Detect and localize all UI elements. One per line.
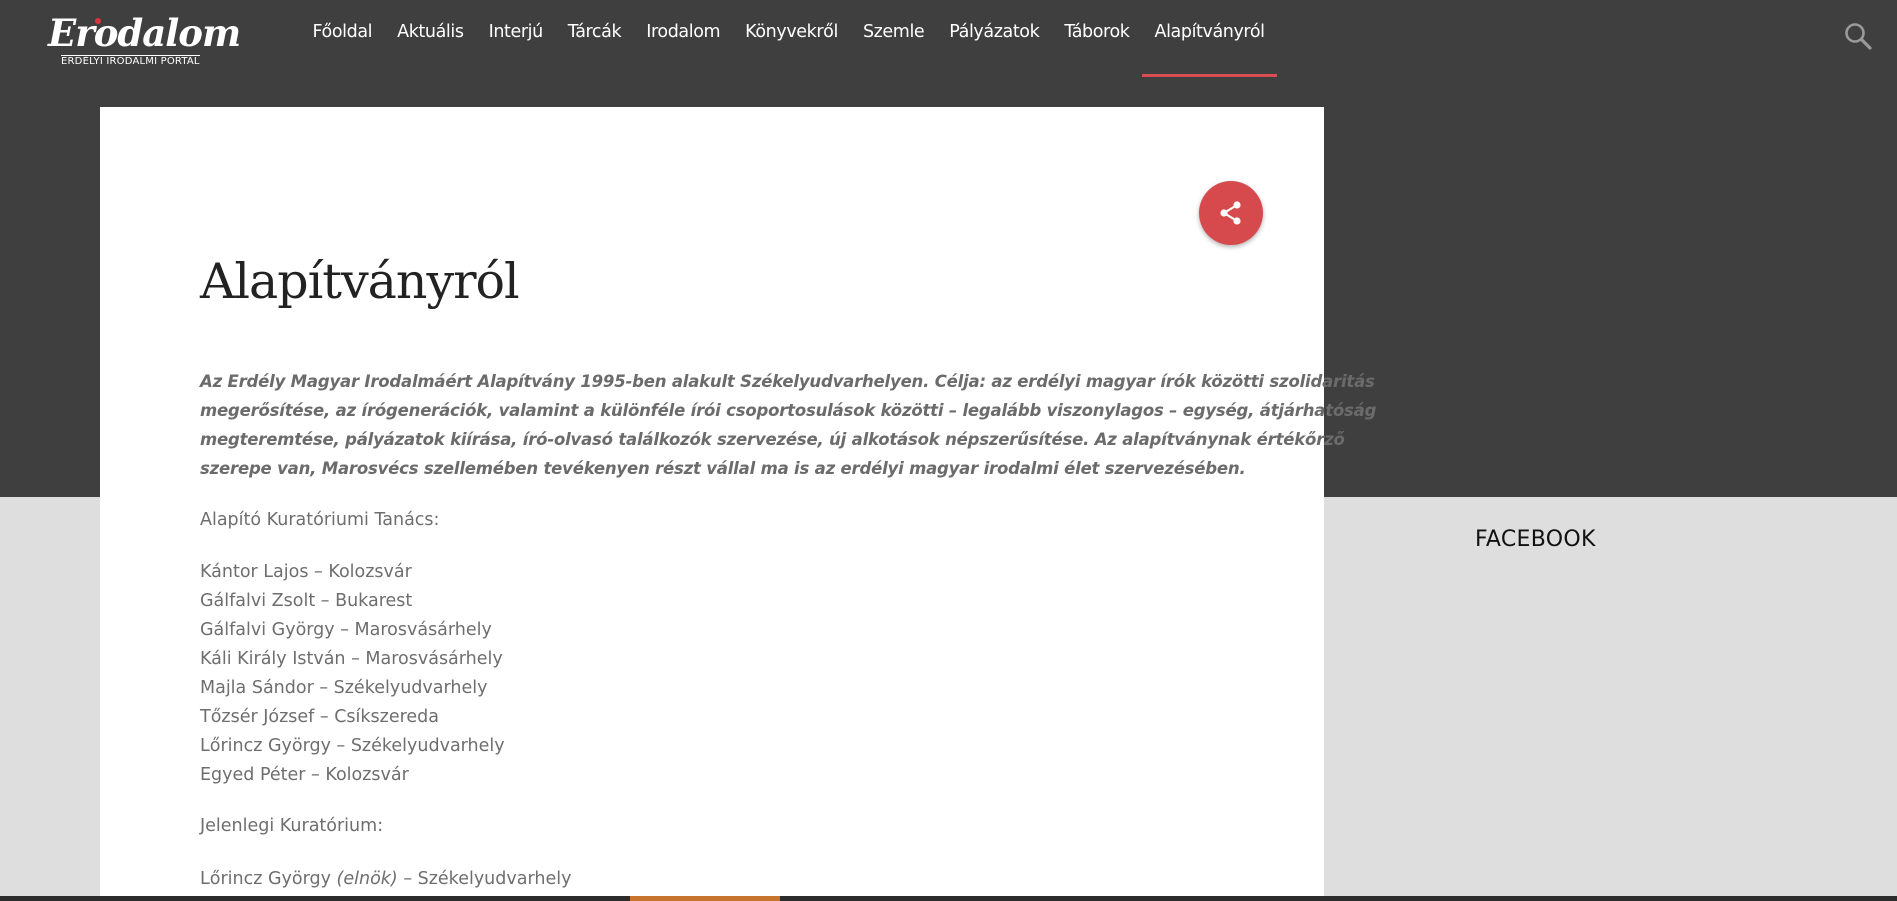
nav-item-alapitvanyrol[interactable]: Alapítványról: [1142, 0, 1278, 77]
founding-board-label: Alapító Kuratóriumi Tanács:: [200, 510, 440, 530]
list-item: Kántor Lajos – Kolozsvár: [200, 562, 412, 582]
current-member-city: – Székelyudvarhely: [397, 869, 572, 889]
current-member-name: Lőrincz György: [200, 869, 331, 889]
list-item: Tőzsér József – Csíkszereda: [200, 707, 440, 727]
intro-line: szerepe van, Marosvécs szellemében tevék…: [200, 459, 1246, 478]
list-item: Gálfalvi Zsolt – Bukarest: [200, 591, 413, 611]
page-title: Alapítványról: [200, 253, 520, 310]
current-member: Lőrincz György (elnök) – Székelyudvarhel…: [200, 865, 571, 894]
founding-members-list: Kántor Lajos – Kolozsvár Gálfalvi Zsolt …: [200, 558, 505, 790]
main-nav: Főoldal Aktuális Interjú Tárcák Irodalom…: [300, 0, 1278, 77]
bottom-strip-accent: [630, 896, 780, 901]
search-icon[interactable]: [1843, 21, 1873, 51]
nav-item-irodalom[interactable]: Irodalom: [634, 0, 733, 74]
nav-item-fooldal[interactable]: Főoldal: [300, 0, 385, 74]
intro-line: megteremtése, pályázatok kiírása, író-ol…: [200, 430, 1345, 449]
nav-item-konyvekrol[interactable]: Könyvekről: [733, 0, 851, 74]
bottom-strip: [0, 896, 1897, 901]
nav-item-interju[interactable]: Interjú: [476, 0, 555, 74]
site-logo[interactable]: Erodalom ERDÉLYI IRODALMI PORTÁL: [48, 6, 241, 70]
list-item: Egyed Péter – Kolozsvár: [200, 765, 409, 785]
logo-dot: [95, 18, 101, 24]
share-icon: [1220, 201, 1241, 225]
list-item: Lőrincz György – Székelyudvarhely: [200, 736, 505, 756]
nav-item-taborok[interactable]: Táborok: [1052, 0, 1142, 74]
current-member-role: (elnök): [336, 869, 398, 889]
share-button[interactable]: [1199, 181, 1263, 245]
list-item: Káli Király István – Marosvásárhely: [200, 649, 503, 669]
nav-item-tarcak[interactable]: Tárcák: [555, 0, 633, 74]
intro-line: Az Erdély Magyar Irodalmáért Alapítvány …: [200, 372, 1375, 391]
intro-line: megerősítése, az írógenerációk, valamint…: [200, 401, 1377, 420]
logo-wordmark: Erodalom: [48, 11, 241, 55]
sidebar-heading-facebook: FACEBOOK: [1475, 527, 1596, 552]
nav-item-szemle[interactable]: Szemle: [850, 0, 936, 74]
list-item: Gálfalvi György – Marosvásárhely: [200, 620, 492, 640]
list-item: Majla Sándor – Székelyudvarhely: [200, 678, 488, 698]
article-intro: Az Erdély Magyar Irodalmáért Alapítvány …: [200, 367, 1377, 483]
nav-item-aktualis[interactable]: Aktuális: [385, 0, 476, 74]
current-board-label: Jelenlegi Kuratórium:: [200, 816, 384, 836]
nav-item-palyazatok[interactable]: Pályázatok: [937, 0, 1052, 74]
logo-subtitle: ERDÉLYI IRODALMI PORTÁL: [61, 55, 200, 67]
intro-paragraph: Az Erdély Magyar Irodalmáért Alapítvány …: [200, 367, 1377, 483]
